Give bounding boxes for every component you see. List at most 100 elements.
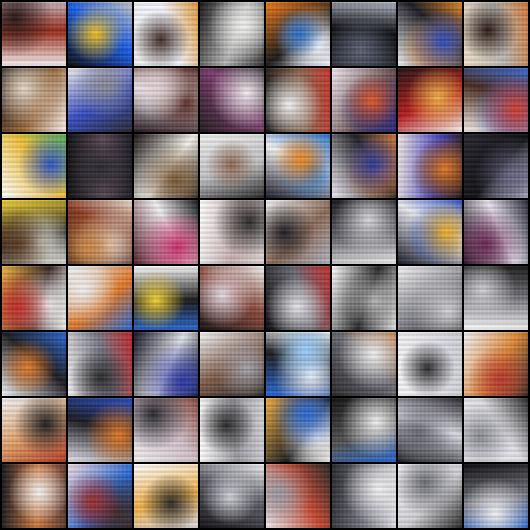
image-tile bbox=[2, 464, 66, 528]
image-tile bbox=[200, 2, 264, 66]
tile-texture-noise bbox=[266, 398, 330, 462]
image-tile bbox=[464, 68, 528, 132]
image-tile bbox=[266, 266, 330, 330]
image-tile bbox=[134, 134, 198, 198]
image-tile bbox=[68, 2, 132, 66]
image-tile bbox=[68, 332, 132, 396]
tile-texture-noise bbox=[464, 398, 528, 462]
image-tile bbox=[266, 332, 330, 396]
tile-texture-noise bbox=[134, 2, 198, 66]
tile-texture-noise bbox=[68, 68, 132, 132]
tile-texture-noise bbox=[398, 464, 462, 528]
tile-texture-noise bbox=[68, 398, 132, 462]
tile-texture-noise bbox=[2, 398, 66, 462]
tile-texture-noise bbox=[2, 266, 66, 330]
tile-texture-noise bbox=[200, 200, 264, 264]
tile-texture-noise bbox=[2, 332, 66, 396]
tile-texture-noise bbox=[398, 134, 462, 198]
tile-texture-noise bbox=[332, 266, 396, 330]
tile-texture-noise bbox=[134, 464, 198, 528]
tile-texture-noise bbox=[200, 464, 264, 528]
image-tile bbox=[68, 134, 132, 198]
image-tile bbox=[134, 2, 198, 66]
image-tile bbox=[266, 68, 330, 132]
image-tile bbox=[332, 68, 396, 132]
tile-texture-noise bbox=[2, 200, 66, 264]
tile-texture-noise bbox=[68, 332, 132, 396]
tile-texture-noise bbox=[332, 398, 396, 462]
image-tile bbox=[332, 134, 396, 198]
tile-texture-noise bbox=[266, 464, 330, 528]
tile-texture-noise bbox=[2, 464, 66, 528]
tile-texture-noise bbox=[266, 68, 330, 132]
image-tile bbox=[332, 398, 396, 462]
image-tile bbox=[398, 332, 462, 396]
tile-texture-noise bbox=[398, 68, 462, 132]
image-tile bbox=[134, 68, 198, 132]
image-tile bbox=[266, 2, 330, 66]
tile-texture-noise bbox=[68, 200, 132, 264]
image-tile bbox=[464, 266, 528, 330]
tile-texture-noise bbox=[200, 2, 264, 66]
image-tile bbox=[134, 464, 198, 528]
image-tile bbox=[68, 200, 132, 264]
image-tile bbox=[464, 464, 528, 528]
image-tile bbox=[464, 332, 528, 396]
tile-texture-noise bbox=[464, 332, 528, 396]
tile-texture-noise bbox=[464, 68, 528, 132]
image-tile bbox=[266, 398, 330, 462]
image-tile bbox=[200, 68, 264, 132]
tile-texture-noise bbox=[398, 2, 462, 66]
tile-texture-noise bbox=[134, 68, 198, 132]
tile-texture-noise bbox=[134, 134, 198, 198]
image-tile bbox=[2, 68, 66, 132]
image-tile bbox=[464, 134, 528, 198]
image-tile bbox=[200, 200, 264, 264]
image-tile bbox=[398, 134, 462, 198]
image-tile bbox=[266, 134, 330, 198]
tile-texture-noise bbox=[134, 200, 198, 264]
image-tile bbox=[200, 134, 264, 198]
image-tile bbox=[68, 464, 132, 528]
image-tile bbox=[266, 464, 330, 528]
image-tile bbox=[464, 200, 528, 264]
tile-texture-noise bbox=[134, 332, 198, 396]
image-tile bbox=[332, 332, 396, 396]
image-tile bbox=[134, 200, 198, 264]
tile-texture-noise bbox=[398, 332, 462, 396]
tile-texture-noise bbox=[464, 134, 528, 198]
tile-texture-noise bbox=[332, 2, 396, 66]
tile-texture-noise bbox=[200, 134, 264, 198]
tile-texture-noise bbox=[464, 266, 528, 330]
tile-texture-noise bbox=[266, 134, 330, 198]
image-tile bbox=[266, 200, 330, 264]
tile-texture-noise bbox=[200, 266, 264, 330]
image-tile bbox=[2, 2, 66, 66]
tile-texture-noise bbox=[332, 134, 396, 198]
tile-texture-noise bbox=[2, 2, 66, 66]
tile-texture-noise bbox=[398, 398, 462, 462]
tile-texture-noise bbox=[68, 266, 132, 330]
image-tile bbox=[134, 332, 198, 396]
image-tile bbox=[2, 134, 66, 198]
image-tile bbox=[200, 332, 264, 396]
image-grid bbox=[0, 0, 530, 530]
tile-texture-noise bbox=[332, 200, 396, 264]
tile-texture-noise bbox=[464, 200, 528, 264]
image-tile bbox=[200, 266, 264, 330]
tile-texture-noise bbox=[200, 398, 264, 462]
image-tile bbox=[134, 398, 198, 462]
image-tile bbox=[68, 398, 132, 462]
tile-texture-noise bbox=[398, 266, 462, 330]
image-tile bbox=[398, 2, 462, 66]
image-tile bbox=[200, 464, 264, 528]
tile-texture-noise bbox=[266, 332, 330, 396]
tile-texture-noise bbox=[464, 2, 528, 66]
tile-texture-noise bbox=[266, 2, 330, 66]
tile-texture-noise bbox=[266, 266, 330, 330]
image-tile bbox=[398, 464, 462, 528]
image-tile bbox=[464, 2, 528, 66]
tile-texture-noise bbox=[332, 68, 396, 132]
tile-texture-noise bbox=[134, 266, 198, 330]
image-tile bbox=[398, 398, 462, 462]
